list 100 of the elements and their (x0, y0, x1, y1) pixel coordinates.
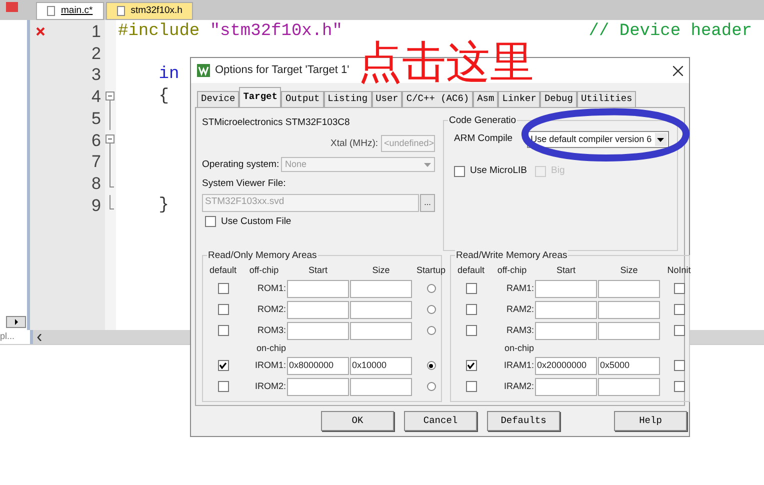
row-label: RAM3: (505, 324, 534, 337)
row-label: ROM3: (256, 324, 286, 337)
app-icon (197, 64, 210, 77)
checkbox[interactable] (674, 283, 684, 294)
column-header: default (456, 264, 486, 277)
dialog-tab[interactable]: Asm (473, 91, 498, 107)
checkbox[interactable] (674, 381, 684, 392)
checkbox[interactable] (466, 283, 476, 294)
line-number: 2 (92, 42, 101, 65)
right-triangle-icon (14, 319, 18, 325)
code-text: "stm32f10x.h" (210, 21, 342, 44)
xtal-label: Xtal (MHz): (330, 136, 378, 151)
start-field[interactable]: 0x8000000 (287, 356, 349, 374)
row-label: IRAM2: (502, 380, 534, 393)
size-field[interactable] (598, 378, 660, 396)
size-field[interactable] (350, 300, 412, 318)
dropdown-arrow-icon (424, 162, 431, 167)
editor-tab[interactable]: stm32f10x.h (106, 2, 194, 20)
column-header: off-chip (496, 264, 528, 277)
column-header: Size (619, 264, 639, 277)
code-text: in (158, 64, 180, 86)
line-number: 1 (92, 21, 101, 44)
code-text: } (158, 194, 170, 217)
close-icon[interactable] (673, 66, 683, 76)
code-text: #include (118, 21, 201, 44)
checkbox[interactable] (466, 360, 476, 371)
line-number: 9 (92, 194, 101, 217)
radio-button[interactable] (426, 382, 436, 391)
checkbox[interactable] (218, 325, 228, 336)
row-label: IROM2: (254, 380, 286, 393)
checkbox[interactable] (205, 216, 216, 228)
dropdown-arrow-icon (657, 138, 664, 142)
dialog-tab[interactable]: Utilities (576, 91, 636, 107)
custom-file-label: Use Custom File (221, 214, 292, 228)
dialog-tab[interactable]: Device (197, 91, 240, 107)
column-header: Size (371, 264, 391, 277)
row-label: RAM2: (505, 302, 534, 316)
line-number: 3 (92, 64, 101, 86)
dialog-tab[interactable]: Output (281, 91, 324, 107)
project-pane-label: pl... (0, 330, 15, 344)
column-header: default (208, 264, 238, 277)
dialog-button[interactable]: Help (614, 411, 687, 431)
radio-button[interactable] (426, 361, 436, 370)
size-field[interactable] (350, 322, 412, 340)
checkbox[interactable] (218, 304, 228, 315)
row-label: IRAM1: (502, 358, 534, 372)
dialog-tab[interactable]: Debug (540, 91, 577, 107)
start-field[interactable] (287, 280, 349, 298)
checkbox[interactable] (466, 304, 476, 315)
start-field[interactable] (535, 300, 597, 318)
scroll-right-button[interactable] (6, 316, 26, 328)
row-label: RAM1: (505, 282, 534, 295)
dialog-tab[interactable]: Listing (324, 91, 372, 107)
checkbox[interactable] (674, 325, 684, 336)
radio-button[interactable] (426, 326, 436, 335)
dialog-button[interactable]: Cancel (404, 411, 477, 431)
size-field[interactable] (350, 280, 412, 298)
editor-tab[interactable]: main.c* (36, 2, 104, 20)
dialog-button[interactable]: OK (321, 411, 394, 431)
size-field[interactable] (598, 280, 660, 298)
compiler-dropdown[interactable]: Use default compiler version 6 (526, 131, 669, 148)
operating-system-label: Operating system: (202, 158, 280, 172)
dialog-tab[interactable]: Target (239, 87, 282, 107)
dialog-tab[interactable]: Linker (498, 91, 540, 107)
column-header: off-chip (248, 264, 280, 277)
section-label: on-chip (255, 342, 286, 355)
checkbox[interactable] (218, 381, 228, 392)
annotation-text: 点击这里 (358, 40, 534, 86)
radio-button[interactable] (426, 305, 436, 314)
checkbox[interactable] (466, 325, 476, 336)
compiler-label: ARM Compile (454, 132, 513, 146)
start-field[interactable] (287, 300, 349, 318)
start-field[interactable] (535, 280, 597, 298)
checkbox[interactable] (674, 360, 684, 371)
size-field[interactable] (598, 322, 660, 340)
code-text: // Device header (588, 21, 753, 44)
size-field[interactable] (350, 378, 412, 396)
radio-button[interactable] (426, 284, 436, 293)
start-field[interactable] (287, 378, 349, 396)
checkbox[interactable] (674, 304, 684, 315)
size-field[interactable] (598, 300, 660, 318)
start-field[interactable]: 0x20000000 (535, 356, 597, 374)
checkbox[interactable] (218, 283, 228, 294)
start-field[interactable] (287, 322, 349, 340)
size-field[interactable]: 0x10000 (350, 356, 412, 374)
dialog-tab[interactable]: C/C++ (AC6) (402, 91, 474, 107)
start-field[interactable] (535, 378, 597, 396)
checkbox[interactable] (466, 381, 476, 392)
dialog-title: Options for Target 'Target 1' (215, 63, 350, 78)
checkbox[interactable] (218, 360, 228, 371)
start-field[interactable] (535, 322, 597, 340)
dialog-tab[interactable]: User (372, 91, 402, 107)
checkbox[interactable] (454, 166, 465, 177)
row-label: IROM1: (254, 358, 286, 372)
size-field[interactable]: 0x5000 (598, 356, 660, 374)
line-number: 5 (92, 108, 101, 130)
dialog-button[interactable]: Defaults (487, 411, 560, 431)
column-header: Start (307, 264, 328, 277)
bookmark-icon (6, 2, 18, 12)
code-text: { (158, 86, 170, 108)
